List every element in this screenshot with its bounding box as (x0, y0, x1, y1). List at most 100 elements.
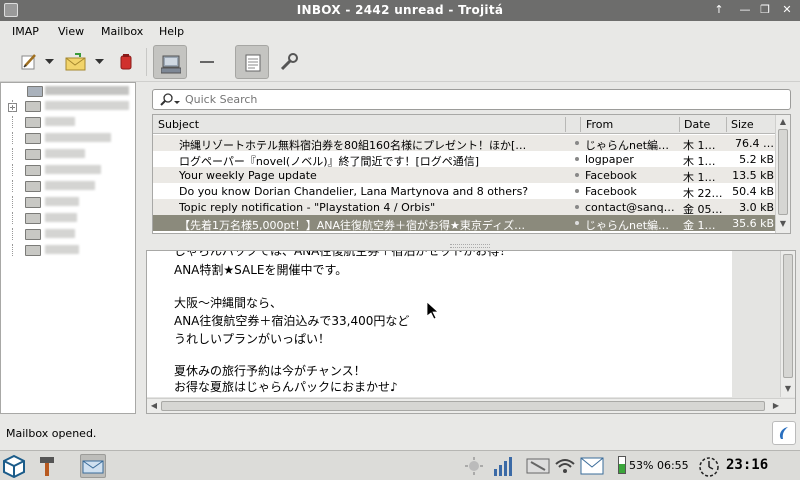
folder-name-redacted (45, 213, 77, 222)
message-row[interactable]: Your weekly Page update Facebook 木 1… 13… (153, 167, 776, 184)
tree-line (12, 148, 13, 160)
window-titlebar: INBOX - 2442 unread - Trojitá ↑ — ❐ ✕ (0, 0, 800, 21)
taskbar-clock[interactable]: 23:16 (726, 457, 768, 473)
message-row-selected[interactable]: 【先着1万名様5,000pt！】ANA往復航空券＋宿がお得★東京ディズ… じゃら… (153, 215, 776, 232)
folder-tree[interactable]: + (0, 82, 136, 414)
battery-charger-icon[interactable] (526, 457, 550, 475)
scroll-right-icon[interactable]: ▶ (771, 401, 781, 411)
message-date: 金 1… (683, 219, 716, 232)
message-from: contact@sanq… (585, 201, 675, 214)
message-row[interactable]: 沖縄リゾートホテル無料宿泊券を80組160名様にプレゼント！ほか[… じゃらんn… (153, 135, 776, 152)
folder-name-redacted (45, 165, 101, 174)
folder-row-root[interactable] (1, 85, 135, 97)
scroll-down-icon[interactable]: ▼ (778, 219, 788, 229)
message-from: logpaper (585, 153, 634, 166)
view-button[interactable] (235, 45, 269, 79)
window-close-button[interactable]: ✕ (778, 2, 796, 19)
folder-row[interactable] (1, 100, 135, 112)
view-icon (245, 54, 261, 72)
folder-row[interactable] (1, 148, 135, 160)
folder-row[interactable] (1, 180, 135, 192)
toolbar (0, 42, 800, 82)
folder-icon (25, 213, 41, 224)
unread-status-icon[interactable] (575, 141, 579, 145)
message-body-vscroll[interactable]: ▼ (780, 251, 795, 397)
message-list-scrollbar[interactable]: ▲ ▼ (775, 115, 790, 233)
menu-mailbox[interactable]: Mailbox (101, 25, 143, 38)
message-list[interactable]: Subject From Date Size 沖縄リゾートホテル無料宿泊券を80… (152, 114, 791, 234)
folder-row[interactable] (1, 212, 135, 224)
message-preview[interactable]: じゃらんパックでは、ANA往復航空券＋宿泊がセットがお得！ ANA特割★SALE… (146, 250, 796, 414)
tools-launcher[interactable] (34, 454, 60, 478)
message-row[interactable]: Do you know Dorian Chandelier, Lana Mart… (153, 183, 776, 200)
compose-dropdown-icon[interactable] (45, 56, 55, 66)
folder-row[interactable] (1, 164, 135, 176)
reply-dropdown-icon[interactable] (95, 56, 105, 66)
message-row[interactable]: ログペーパー『novel(ノベル)』終了間近です！[ログペ通信] logpape… (153, 151, 776, 168)
collapse-button[interactable] (190, 45, 224, 79)
pane-splitter[interactable] (138, 82, 146, 414)
scroll-thumb[interactable] (783, 254, 793, 378)
window-raise-button[interactable]: ↑ (710, 2, 728, 19)
message-subject: Your weekly Page update (179, 169, 317, 182)
menu-view[interactable]: View (58, 25, 84, 38)
weather-icon[interactable] (464, 456, 484, 476)
unread-status-icon[interactable] (575, 205, 579, 209)
message-size: 76.4 … (735, 137, 774, 150)
cube-icon (3, 454, 25, 479)
mail-notification-icon[interactable] (580, 455, 604, 477)
quick-search[interactable] (152, 89, 791, 110)
network-button[interactable] (153, 45, 187, 79)
column-size[interactable]: Size (731, 118, 754, 131)
start-menu-button[interactable] (2, 454, 28, 479)
settings-button[interactable] (272, 45, 306, 79)
compose-button[interactable] (12, 45, 46, 79)
window-maximize-button[interactable]: ❐ (756, 2, 774, 19)
folder-row[interactable] (1, 116, 135, 128)
unread-status-icon[interactable] (575, 173, 579, 177)
column-divider (565, 117, 566, 132)
unread-status-icon[interactable] (575, 189, 579, 193)
search-input[interactable] (185, 92, 745, 107)
column-date[interactable]: Date (684, 118, 710, 131)
column-from[interactable]: From (586, 118, 613, 131)
folder-name-redacted (45, 197, 79, 206)
folder-name-redacted (45, 86, 129, 95)
delete-button[interactable] (108, 45, 142, 79)
folder-row[interactable] (1, 196, 135, 208)
window-minimize-button[interactable]: — (736, 2, 754, 19)
column-divider (580, 117, 581, 132)
folder-name-redacted (45, 181, 95, 190)
taskbar-trojita[interactable] (80, 454, 106, 478)
message-body-hscroll[interactable]: ◀ ▶ (147, 398, 795, 413)
menu-help[interactable]: Help (159, 25, 184, 38)
folder-name-redacted (45, 101, 129, 110)
unread-status-icon[interactable] (575, 221, 579, 225)
folder-icon (25, 133, 41, 144)
scroll-up-icon[interactable]: ▲ (778, 117, 788, 127)
scroll-down-icon[interactable]: ▼ (783, 384, 793, 394)
network-status-icon[interactable] (772, 421, 796, 445)
menu-imap[interactable]: IMAP (12, 25, 39, 38)
scroll-left-icon[interactable]: ◀ (149, 401, 159, 411)
reply-button[interactable] (58, 45, 92, 79)
mail-app-icon (82, 460, 104, 474)
message-list-header: Subject From Date Size (153, 115, 776, 134)
unread-status-icon[interactable] (575, 157, 579, 161)
folder-row[interactable] (1, 228, 135, 240)
wifi-icon[interactable] (554, 456, 576, 476)
battery-icon[interactable] (618, 456, 626, 474)
folder-row[interactable] (1, 132, 135, 144)
message-row[interactable]: Topic reply notification - "Playstation … (153, 199, 776, 216)
signal-icon[interactable] (492, 455, 516, 477)
tree-line (12, 244, 13, 256)
column-subject[interactable]: Subject (158, 118, 199, 131)
battery-status[interactable]: 53% 06:55 (629, 459, 689, 472)
scroll-thumb[interactable] (778, 129, 788, 215)
folder-row[interactable] (1, 244, 135, 256)
message-size: 50.4 kB (732, 185, 774, 198)
preview-splitter[interactable] (450, 244, 490, 248)
column-divider (726, 117, 727, 132)
menubar: IMAP View Mailbox Help (0, 21, 800, 42)
scroll-thumb[interactable] (161, 401, 765, 411)
